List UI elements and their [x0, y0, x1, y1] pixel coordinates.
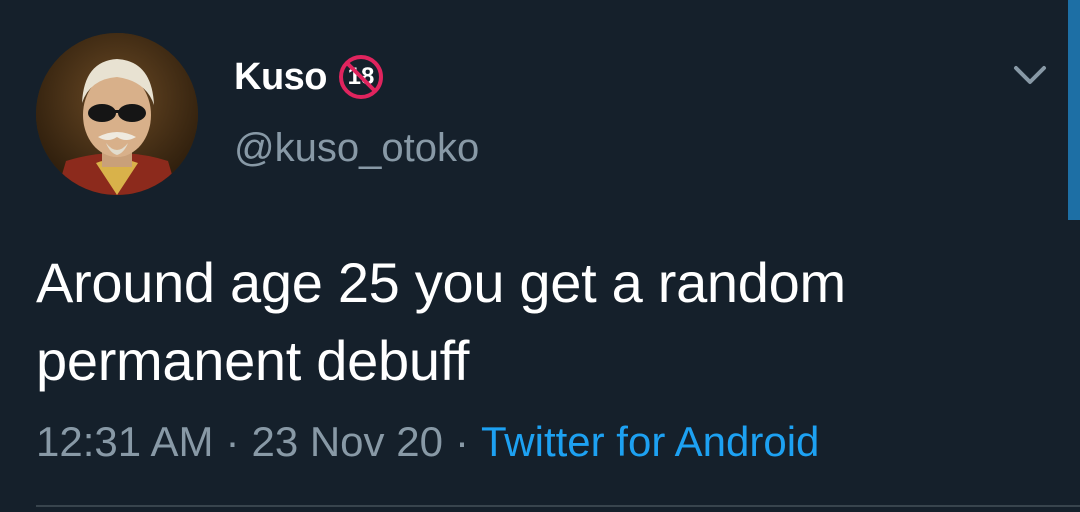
scrollbar[interactable]	[1068, 0, 1080, 220]
meta-separator: ·	[225, 418, 240, 465]
display-name[interactable]: Kuso	[234, 56, 328, 99]
avatar-portrait-icon	[36, 33, 198, 195]
tweet-source-link[interactable]: Twitter for Android	[481, 418, 819, 465]
user-handle[interactable]: @kuso_otoko	[234, 126, 479, 171]
author-name-row[interactable]: Kuso 18	[234, 52, 385, 102]
meta-separator: ·	[454, 418, 469, 465]
tweet-date[interactable]: 23 Nov 20	[251, 418, 442, 465]
tweet-text: Around age 25 you get a random permanent…	[36, 244, 1036, 400]
divider	[36, 505, 1080, 507]
tweet-text-line-1: Around age 25 you get a random	[36, 251, 846, 314]
tweet-meta: 12:31 AM · 23 Nov 20 · Twitter for Android	[36, 418, 819, 466]
tweet-card[interactable]: Kuso 18 @kuso_otoko Around age 25 you ge…	[0, 0, 1080, 512]
tweet-time[interactable]: 12:31 AM	[36, 418, 213, 465]
chevron-down-icon[interactable]	[1010, 58, 1050, 92]
tweet-text-line-2: permanent debuff	[36, 329, 470, 392]
avatar[interactable]	[36, 33, 198, 195]
no-18-icon: 18	[337, 53, 385, 101]
